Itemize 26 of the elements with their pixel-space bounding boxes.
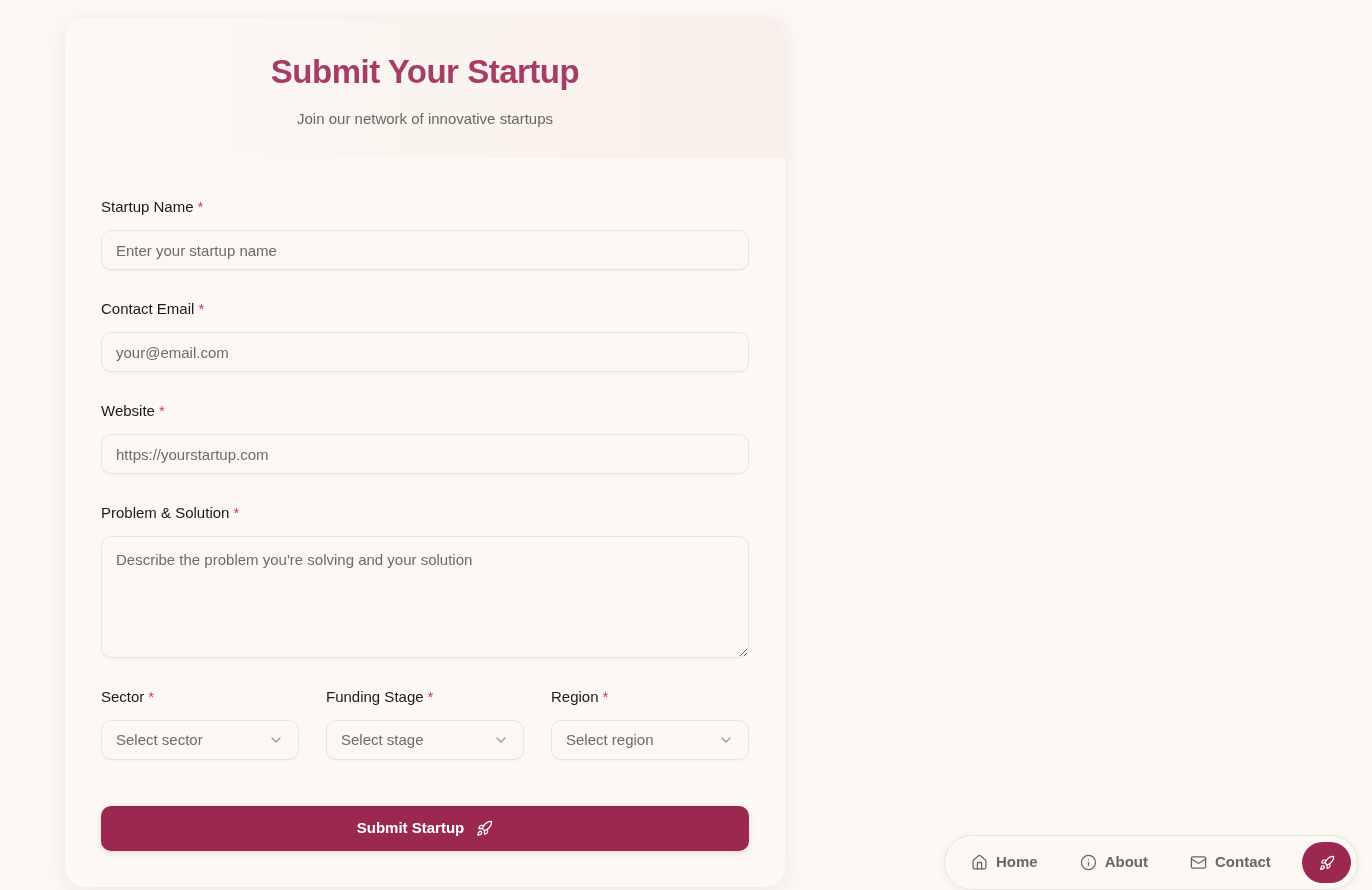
select-dropdown[interactable]: Select sector bbox=[101, 720, 299, 760]
rocket-button[interactable] bbox=[1302, 842, 1351, 883]
rocket-icon bbox=[476, 820, 494, 837]
field-label: Problem & Solution * bbox=[101, 503, 240, 523]
home-icon bbox=[971, 854, 988, 871]
nav-link[interactable]: About bbox=[1069, 842, 1158, 883]
field-label: Funding Stage * bbox=[326, 687, 434, 707]
select-dropdown[interactable]: Select stage bbox=[326, 720, 524, 760]
field-label: Website * bbox=[101, 401, 165, 421]
textarea-field[interactable]: Describe the problem you're solving and your solution bbox=[101, 536, 749, 658]
mail-icon bbox=[1190, 854, 1207, 871]
info-icon bbox=[1079, 854, 1097, 871]
submit-button[interactable]: Submit Startup bbox=[101, 806, 749, 851]
rocket-icon bbox=[1318, 854, 1335, 871]
page-subtitle: Join our network of innovative startups bbox=[297, 109, 553, 129]
page-title: Submit Your Startup bbox=[270, 52, 580, 92]
text-input[interactable]: your@email.com bbox=[101, 332, 749, 372]
field-label: Region * bbox=[551, 687, 609, 707]
text-input[interactable]: Enter your startup name bbox=[101, 230, 749, 270]
nav-link[interactable]: Contact bbox=[1180, 842, 1281, 883]
field-label: Contact Email * bbox=[101, 299, 205, 319]
text-input[interactable]: https://yourstartup.com bbox=[101, 434, 749, 474]
select-dropdown[interactable]: Select region bbox=[551, 720, 749, 760]
field-label: Sector * bbox=[101, 687, 155, 707]
nav-link[interactable]: Home bbox=[961, 842, 1048, 883]
field-label: Startup Name * bbox=[101, 197, 204, 217]
